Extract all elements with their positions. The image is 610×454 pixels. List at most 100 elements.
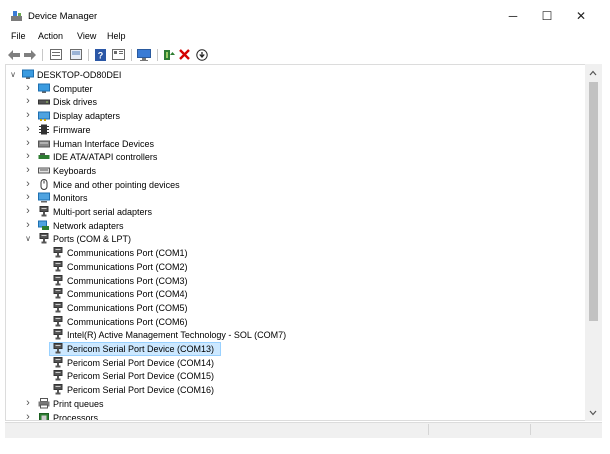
tree-category[interactable]: › Processors — [6, 411, 581, 421]
tree-item-label: Print queues — [53, 398, 104, 409]
tree-category[interactable]: › Print queues — [6, 397, 581, 411]
printer-icon-graphic — [38, 397, 50, 409]
mouse-icon — [38, 178, 50, 190]
display-adapter-icon — [38, 110, 50, 122]
tree-item-label: Mice and other pointing devices — [53, 179, 180, 190]
download-button[interactable] — [196, 48, 208, 61]
chevron-down-icon[interactable]: ∨ — [8, 70, 18, 79]
tree-port-device[interactable]: Intel(R) Active Management Technology - … — [6, 328, 581, 342]
tree-category[interactable]: › Mice and other pointing devices — [6, 178, 581, 192]
menu-action[interactable]: Action — [38, 31, 63, 41]
tree-item-label: Processors — [53, 412, 99, 421]
chevron-right-icon[interactable]: › — [23, 178, 33, 190]
forward-arrow-icon — [24, 49, 36, 60]
update-driver-button[interactable] — [163, 48, 175, 61]
tree-category[interactable]: › Multi-port serial adapters — [6, 205, 581, 219]
chevron-down-icon[interactable]: ∨ — [23, 234, 33, 243]
chevron-right-icon[interactable]: › — [23, 205, 33, 217]
tree-category[interactable]: › Keyboards — [6, 164, 581, 178]
port-device-icon-graphic — [53, 384, 63, 395]
tree-category[interactable]: › Display adapters — [6, 109, 581, 123]
forward-button[interactable] — [24, 48, 36, 61]
chevron-right-icon[interactable]: › — [23, 123, 33, 135]
device-tree[interactable]: ∨ DESKTOP-OD80DEI › Computer › Disk drives › Di… — [5, 64, 602, 421]
back-button[interactable] — [8, 48, 20, 61]
menu-file[interactable]: File — [11, 31, 26, 41]
tree-port-device[interactable]: Communications Port (COM1) — [6, 246, 581, 260]
tree-root[interactable]: ∨ DESKTOP-OD80DEI — [6, 68, 581, 82]
tree-item-label: Ports (COM & LPT) — [53, 234, 132, 245]
tree-port-device[interactable]: Pericom Serial Port Device (COM15) — [6, 369, 581, 383]
tree-port-device[interactable]: Communications Port (COM5) — [6, 301, 581, 315]
tree-port-device[interactable]: Communications Port (COM6) — [6, 315, 581, 329]
chevron-right-icon[interactable]: › — [23, 109, 33, 121]
view-button[interactable] — [112, 48, 125, 61]
uninstall-button[interactable] — [179, 48, 190, 61]
close-button[interactable]: ✕ — [559, 0, 603, 31]
chevron-right-icon[interactable]: › — [23, 82, 33, 94]
chevron-right-icon[interactable]: › — [23, 164, 33, 176]
scroll-down-icon[interactable] — [589, 410, 597, 416]
firmware-icon-graphic — [39, 124, 49, 135]
svg-text:?: ? — [98, 50, 104, 60]
chevron-right-icon[interactable]: › — [23, 219, 33, 231]
properties-button[interactable] — [50, 48, 62, 61]
view-icon — [112, 49, 125, 60]
disk-drive-icon-graphic — [38, 99, 50, 105]
chevron-right-icon[interactable]: › — [23, 191, 33, 203]
processor-icon — [38, 412, 50, 420]
port-device-icon-graphic — [53, 370, 63, 381]
chevron-right-icon[interactable]: › — [23, 137, 33, 149]
tree-item-label: Keyboards — [53, 165, 97, 176]
port-device-icon-graphic — [53, 343, 63, 354]
menu-help[interactable]: Help — [107, 31, 126, 41]
tree-category[interactable]: › Firmware — [6, 123, 581, 137]
chevron-right-icon[interactable]: › — [23, 411, 33, 421]
tree-port-device[interactable]: Pericom Serial Port Device (COM14) — [6, 356, 581, 370]
port-device-icon — [52, 356, 64, 368]
toolbar-separator — [131, 49, 132, 61]
menu-view[interactable]: View — [77, 31, 96, 41]
port-device-icon — [52, 329, 64, 340]
port-device-icon — [52, 343, 64, 354]
tree-category[interactable]: › Disk drives — [6, 95, 581, 109]
tree-category[interactable]: › IDE ATA/ATAPI controllers — [6, 150, 581, 164]
port-device-icon-graphic — [53, 288, 63, 299]
show-hidden-button[interactable] — [70, 48, 82, 61]
port-device-icon — [52, 288, 64, 299]
scan-hardware-icon — [137, 48, 151, 61]
tree-port-device[interactable]: Pericom Serial Port Device (COM13) — [6, 342, 581, 356]
scan-hardware-button[interactable] — [137, 48, 151, 61]
port-device-icon-graphic — [53, 260, 63, 272]
scroll-up-icon[interactable] — [589, 70, 597, 76]
status-bar — [5, 422, 602, 438]
tree-port-device[interactable]: Pericom Serial Port Device (COM16) — [6, 383, 581, 397]
minimize-icon: ─ — [508, 8, 518, 23]
tree-port-device[interactable]: Communications Port (COM4) — [6, 287, 581, 301]
help-button[interactable]: ? — [95, 48, 106, 61]
tree-item-label: Intel(R) Active Management Technology - … — [67, 330, 287, 341]
ide-controller-icon-graphic — [38, 153, 50, 160]
chevron-right-icon[interactable]: › — [23, 397, 33, 409]
tree-port-device[interactable]: Communications Port (COM3) — [6, 274, 581, 288]
tree-item-label: Pericom Serial Port Device (COM16) — [67, 385, 215, 396]
tree-category[interactable]: ∨ Ports (COM & LPT) — [6, 232, 581, 246]
tree-category[interactable]: › Computer — [6, 82, 581, 96]
chevron-right-icon[interactable]: › — [23, 150, 33, 162]
toolbar-separator — [42, 49, 43, 61]
tree-category[interactable]: › Network adapters — [6, 219, 581, 233]
tree-category[interactable]: › Human Interface Devices — [6, 137, 581, 151]
toolbar-separator — [157, 49, 158, 61]
tree-item-label: Pericom Serial Port Device (COM15) — [67, 371, 215, 382]
scrollbar-thumb[interactable] — [589, 82, 598, 321]
hid-icon-graphic — [38, 140, 50, 147]
chevron-right-icon[interactable]: › — [23, 95, 33, 107]
tree-item-label: Disk drives — [53, 97, 98, 108]
uninstall-icon — [179, 49, 190, 60]
port-device-icon-graphic — [53, 315, 63, 327]
toolbar: ? — [0, 45, 610, 64]
firmware-icon — [38, 124, 50, 135]
tree-port-device[interactable]: Communications Port (COM2) — [6, 260, 581, 274]
tree-category[interactable]: › Monitors — [6, 191, 581, 205]
port-device-icon — [52, 301, 64, 313]
